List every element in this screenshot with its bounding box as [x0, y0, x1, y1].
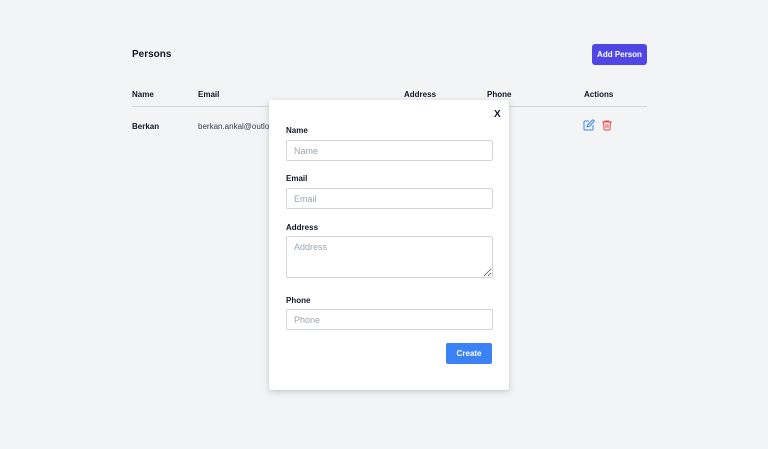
- name-input[interactable]: [286, 140, 493, 161]
- column-header-phone: Phone: [487, 90, 512, 99]
- column-header-address: Address: [404, 90, 437, 99]
- column-header-actions: Actions: [584, 90, 614, 99]
- email-input[interactable]: [286, 188, 493, 209]
- column-header-email: Email: [198, 90, 220, 99]
- page-title: Persons: [132, 49, 172, 60]
- address-input[interactable]: [286, 236, 493, 278]
- trash-icon[interactable]: [601, 119, 613, 131]
- column-header-name: Name: [132, 90, 154, 99]
- cell-name: Berkan: [132, 122, 160, 131]
- address-label: Address: [286, 223, 319, 232]
- email-label: Email: [286, 174, 308, 183]
- cell-email: berkan.ankal@outlook.com: [198, 122, 269, 131]
- close-icon[interactable]: X: [494, 109, 501, 120]
- phone-label: Phone: [286, 296, 311, 305]
- name-label: Name: [286, 126, 308, 135]
- create-person-modal: X Name Email Address Phone Create: [269, 100, 509, 390]
- create-button[interactable]: Create: [446, 343, 492, 364]
- edit-icon[interactable]: [583, 119, 595, 131]
- phone-input[interactable]: [286, 309, 493, 330]
- add-person-button[interactable]: Add Person: [592, 44, 647, 65]
